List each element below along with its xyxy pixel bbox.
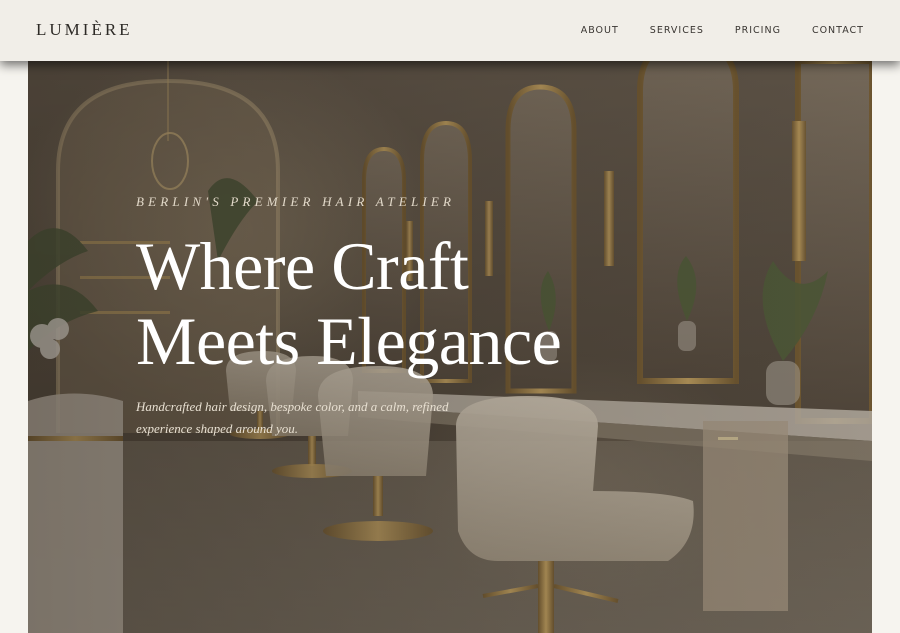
- nav-link-services[interactable]: SERVICES: [650, 25, 704, 36]
- nav-link-about[interactable]: ABOUT: [581, 25, 619, 36]
- nav-link-pricing[interactable]: PRICING: [735, 25, 781, 36]
- site-header: LUMIÈRE ABOUT SERVICES PRICING CONTACT: [0, 0, 900, 61]
- nav-link-contact[interactable]: CONTACT: [812, 25, 864, 36]
- hero-section: BERLIN'S PREMIER HAIR ATELIER Where Craf…: [28, 61, 872, 633]
- main-nav: ABOUT SERVICES PRICING CONTACT: [581, 25, 864, 36]
- hero-eyebrow: BERLIN'S PREMIER HAIR ATELIER: [136, 194, 456, 209]
- hero-headline-line-1: Where Craft: [136, 228, 469, 304]
- hero-headline-line-2: Meets Elegance: [136, 303, 562, 379]
- hero-subtext: Handcrafted hair design, bespoke color, …: [136, 399, 449, 436]
- brand-logo[interactable]: LUMIÈRE: [36, 20, 133, 40]
- hero-headline: Where Craft Meets Elegance: [136, 229, 656, 379]
